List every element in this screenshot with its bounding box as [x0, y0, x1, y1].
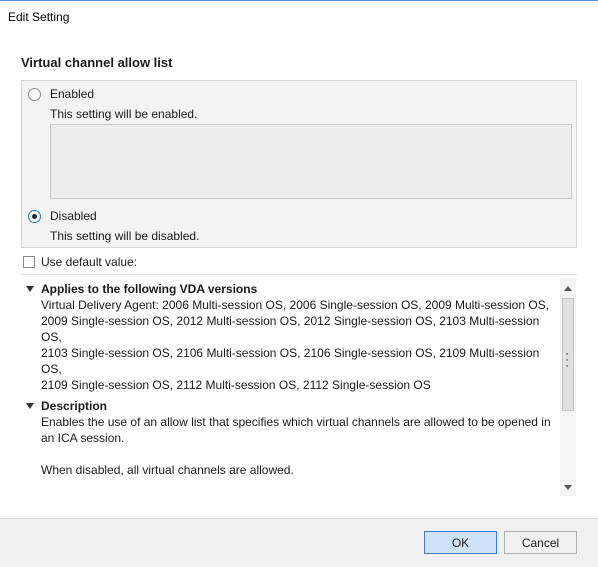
window-title: Edit Setting — [8, 10, 70, 24]
description-heading[interactable]: Description — [26, 397, 557, 414]
ok-button[interactable]: OK — [424, 531, 497, 554]
use-default-label[interactable]: Use default value: — [41, 255, 137, 269]
info-panel: Applies to the following VDA versions Vi… — [21, 278, 577, 496]
setting-options-box: Enabled This setting will be enabled. Di… — [21, 80, 577, 248]
setting-name: Virtual channel allow list — [21, 55, 173, 70]
collapse-triangle-icon[interactable] — [26, 285, 34, 292]
scroll-up-arrow-icon[interactable] — [564, 286, 572, 291]
description-heading-text: Description — [41, 398, 108, 413]
vda-versions-section: Applies to the following VDA versions Vi… — [21, 280, 557, 393]
dialog-footer: OK Cancel — [0, 518, 598, 567]
title-bar: Edit Setting — [0, 0, 598, 34]
description-section: Description Enables the use of an allow … — [21, 397, 557, 496]
description-text: Enables the use of an allow list that sp… — [41, 415, 551, 496]
cancel-button[interactable]: Cancel — [504, 531, 577, 554]
disabled-label[interactable]: Disabled — [50, 209, 97, 223]
disabled-option[interactable]: Disabled — [28, 209, 97, 223]
scroll-thumb[interactable]: ▪ ▪ ▪ — [562, 298, 574, 411]
collapse-triangle-icon[interactable] — [26, 402, 34, 409]
info-scrollbar[interactable]: ▪ ▪ ▪ — [560, 278, 576, 496]
grip-icon: ▪ ▪ ▪ — [566, 351, 569, 370]
vda-versions-heading-text: Applies to the following VDA versions — [41, 281, 258, 296]
vda-versions-text: Virtual Delivery Agent: 2006 Multi-sessi… — [41, 298, 550, 392]
disabled-radio[interactable] — [28, 209, 41, 223]
use-default-checkbox[interactable] — [23, 256, 35, 268]
info-content: Applies to the following VDA versions Vi… — [21, 278, 557, 496]
enabled-value-area — [50, 124, 572, 199]
divider — [21, 274, 577, 275]
enabled-label[interactable]: Enabled — [50, 87, 94, 101]
disabled-description: This setting will be disabled. — [50, 229, 200, 243]
scroll-down-arrow-icon[interactable] — [564, 485, 572, 490]
enabled-radio[interactable] — [28, 87, 41, 101]
enabled-description: This setting will be enabled. — [50, 107, 198, 121]
use-default-option[interactable]: Use default value: — [23, 255, 137, 269]
vda-versions-heading[interactable]: Applies to the following VDA versions — [26, 280, 557, 297]
enabled-option[interactable]: Enabled — [28, 87, 94, 101]
